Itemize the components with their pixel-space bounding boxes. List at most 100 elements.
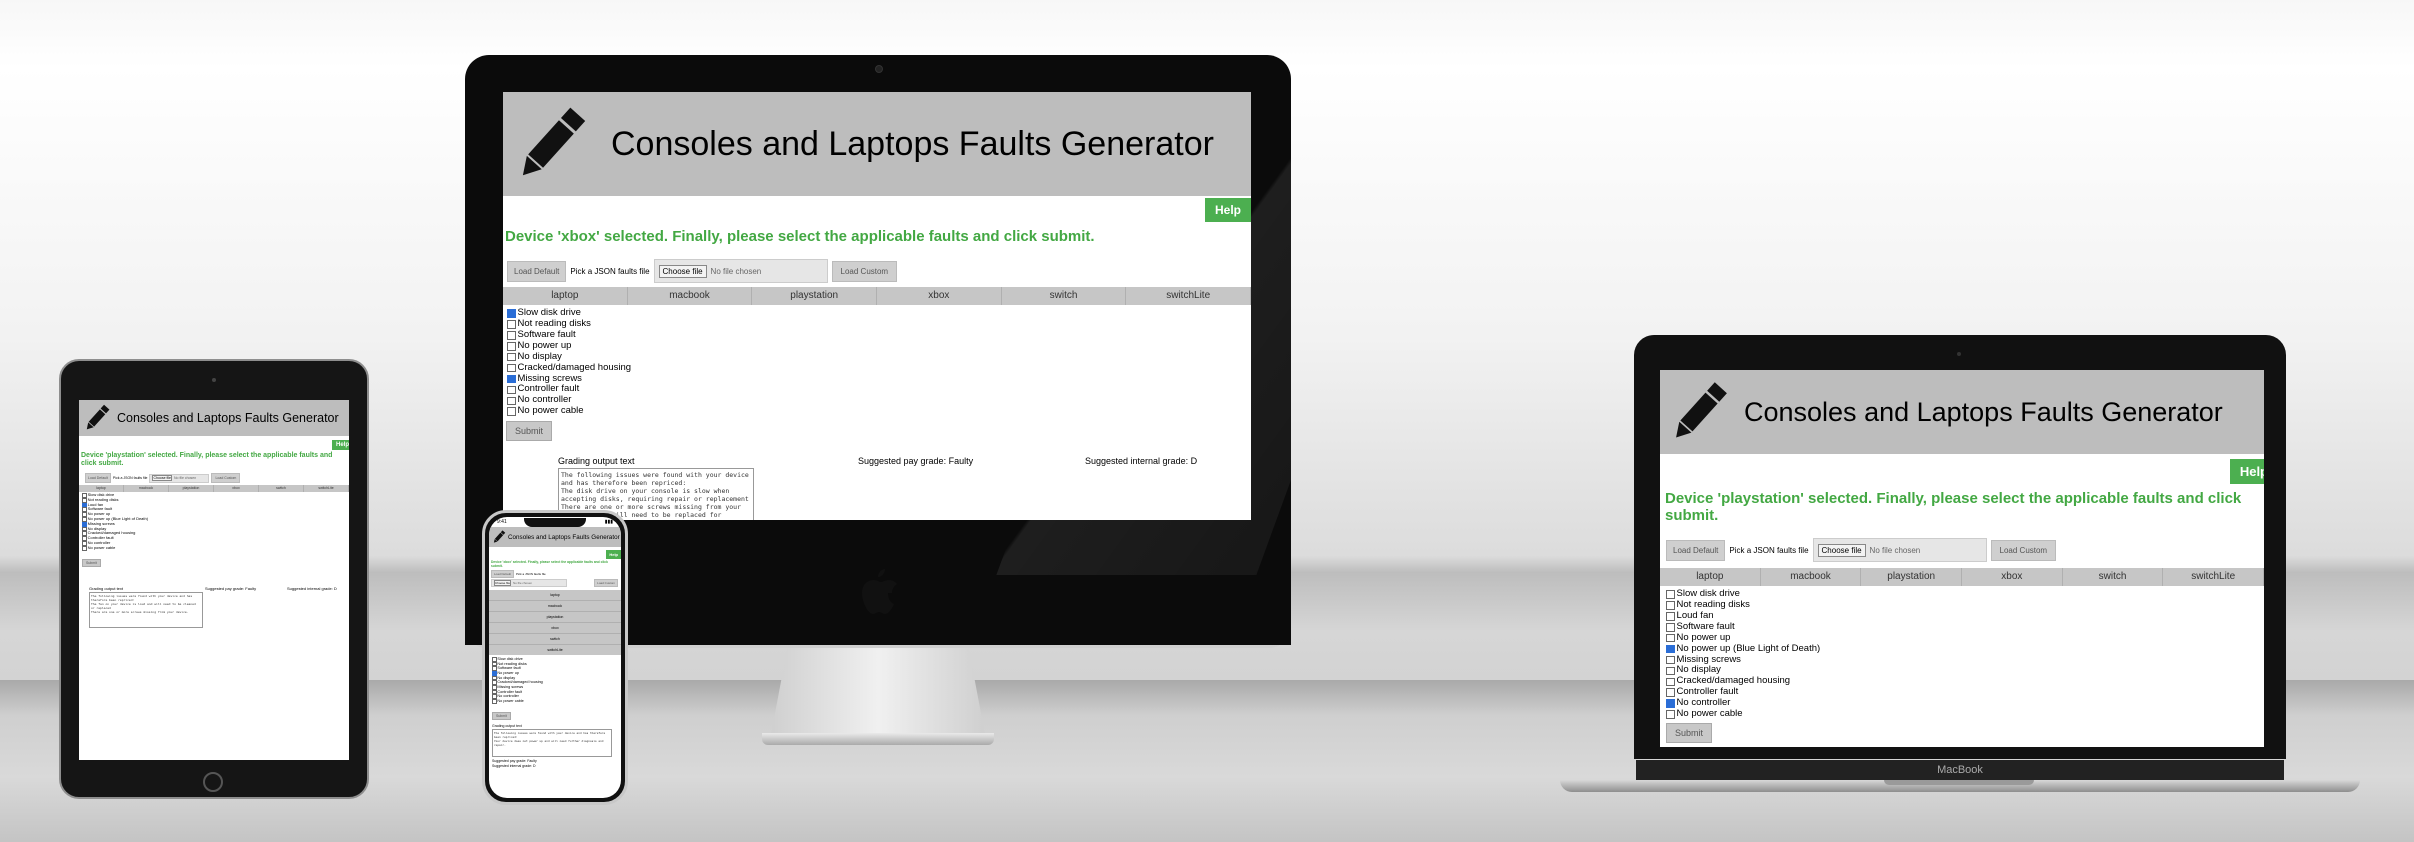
grading-output-textarea[interactable]: The following issues were found with you… [492, 728, 612, 757]
file-input[interactable]: Choose file No file chosen [653, 259, 828, 283]
submit-button[interactable]: Submit [82, 558, 101, 567]
tab-switchlite[interactable]: switchLite [2163, 568, 2264, 586]
fault-checkbox[interactable] [82, 545, 87, 551]
submit-button[interactable]: Submit [506, 421, 553, 442]
file-input[interactable]: Choose file No file chosen [149, 473, 210, 483]
fault-checkbox[interactable] [507, 330, 516, 340]
submit-button[interactable]: Submit [492, 711, 511, 720]
submit-button[interactable]: Submit [1666, 723, 1713, 744]
fault-item[interactable]: Missing screws [507, 373, 1251, 385]
fault-checkbox[interactable] [1666, 677, 1675, 687]
tab-playstation[interactable]: playstation [489, 612, 621, 623]
tab-macbook[interactable]: macbook [628, 287, 753, 305]
fault-item[interactable]: Loud fan [1666, 610, 2264, 622]
fault-item[interactable]: No power cable [507, 405, 1251, 417]
load-default-button[interactable]: Load Default [507, 260, 567, 282]
fault-item[interactable]: No power cable [1666, 708, 2264, 720]
tab-xbox[interactable]: xbox [877, 287, 1002, 305]
fault-checkbox[interactable] [507, 320, 516, 329]
fault-item[interactable]: No power cable [82, 545, 349, 551]
load-custom-button[interactable]: Load Custom [594, 579, 618, 587]
tab-switchlite[interactable]: switchLite [304, 485, 349, 492]
fault-checkbox[interactable] [1666, 666, 1675, 676]
fault-item[interactable]: No controller [507, 394, 1251, 406]
tab-switchlite[interactable]: switchLite [1126, 287, 1251, 305]
choose-file-button[interactable]: Choose file [658, 264, 707, 278]
fault-checkbox-checked[interactable] [507, 374, 516, 384]
tab-playstation[interactable]: playstation [752, 287, 878, 305]
fault-checkbox[interactable] [507, 396, 516, 406]
grading-output-textarea[interactable]: The following issues were found with you… [89, 592, 203, 628]
fault-checkbox-checked[interactable] [1666, 644, 1675, 654]
fault-checkbox[interactable] [1666, 622, 1675, 632]
fault-label: No display [517, 350, 562, 362]
fault-checkbox[interactable] [1666, 655, 1675, 665]
fault-item[interactable]: Cracked/damaged housing [507, 362, 1251, 374]
load-default-button[interactable]: Load Default [1666, 539, 1726, 561]
fault-item[interactable]: Not reading disks [507, 318, 1251, 330]
fault-checkbox-checked[interactable] [1666, 699, 1675, 708]
fault-item[interactable]: Controller fault [507, 384, 1251, 395]
app-header: Consoles and Laptops Faults Generator [79, 400, 349, 436]
fault-item[interactable]: Not reading disks [1666, 599, 2264, 611]
fault-checkbox[interactable] [507, 363, 516, 373]
help-button[interactable]: Help [331, 440, 349, 450]
load-default-button[interactable]: Load Default [85, 473, 111, 483]
fault-item[interactable]: Software fault [507, 329, 1251, 341]
fault-checkbox[interactable] [1666, 611, 1675, 621]
help-button[interactable]: Help [1204, 198, 1251, 222]
load-custom-button[interactable]: Load Custom [1990, 539, 2057, 561]
tab-macbook[interactable]: macbook [1761, 568, 1862, 586]
fault-item[interactable]: No power up (Blue Light of Death) [1666, 643, 2264, 655]
tab-laptop[interactable]: laptop [79, 485, 124, 492]
fault-item[interactable]: Missing screws [1666, 654, 2264, 666]
tab-laptop[interactable]: laptop [503, 287, 628, 305]
help-button[interactable]: Help [606, 550, 621, 559]
fault-checkbox[interactable] [507, 341, 516, 351]
tab-playstation[interactable]: playstation [1861, 568, 1963, 586]
load-default-button[interactable]: Load Default [491, 570, 515, 578]
help-button[interactable]: Help [2229, 459, 2264, 484]
fault-checkbox[interactable] [507, 385, 516, 395]
file-input[interactable]: Choose file No file chosen [491, 579, 567, 587]
tab-xbox[interactable]: xbox [1962, 568, 2063, 586]
fault-checkbox[interactable] [1666, 710, 1675, 719]
load-custom-button[interactable]: Load Custom [831, 260, 898, 282]
fault-checkbox[interactable] [492, 698, 497, 704]
fault-checkbox[interactable] [507, 352, 516, 362]
fault-item[interactable]: Cracked/damaged housing [1666, 675, 2264, 687]
fault-checkbox-checked[interactable] [507, 309, 516, 318]
fault-checkbox[interactable] [1666, 688, 1675, 698]
fault-item[interactable]: Controller fault [1666, 686, 2264, 698]
fault-checkbox[interactable] [1666, 633, 1675, 643]
tab-switch[interactable]: switch [2063, 568, 2164, 586]
tab-laptop[interactable]: laptop [489, 590, 621, 601]
tab-laptop[interactable]: laptop [1660, 568, 1761, 586]
tab-switch[interactable]: switch [1002, 287, 1127, 305]
fault-item[interactable]: No power up [507, 340, 1251, 352]
choose-file-button[interactable]: Choose file [1817, 543, 1866, 557]
tab-macbook[interactable]: macbook [489, 601, 621, 612]
tab-switch[interactable]: switch [489, 634, 621, 645]
tab-switchlite[interactable]: switchLite [489, 645, 621, 655]
fault-item[interactable]: No power up [1666, 632, 2264, 644]
choose-file-button[interactable]: Choose file [152, 475, 172, 481]
file-input[interactable]: Choose file No file chosen [1812, 538, 1987, 562]
app-header: Consoles and Laptops Faults Generator [1660, 370, 2264, 454]
fault-item[interactable]: Slow disk drive [507, 307, 1251, 319]
fault-item[interactable]: No controller [1666, 697, 2264, 709]
fault-item[interactable]: No display [507, 350, 1251, 363]
tab-xbox[interactable]: xbox [214, 485, 259, 492]
fault-item[interactable]: Slow disk drive [1666, 588, 2264, 600]
choose-file-button[interactable]: Choose file [494, 580, 512, 586]
fault-checkbox[interactable] [1666, 590, 1675, 599]
fault-checkbox[interactable] [507, 407, 516, 417]
fault-item[interactable]: No power cable [492, 698, 621, 704]
tab-macbook[interactable]: macbook [124, 485, 169, 492]
fault-item[interactable]: Software fault [1666, 621, 2264, 633]
tab-xbox[interactable]: xbox [489, 623, 621, 634]
tab-switch[interactable]: switch [259, 485, 304, 492]
tab-playstation[interactable]: playstation [169, 485, 214, 492]
load-custom-button[interactable]: Load Custom [211, 473, 241, 483]
fault-checkbox[interactable] [1666, 601, 1675, 610]
